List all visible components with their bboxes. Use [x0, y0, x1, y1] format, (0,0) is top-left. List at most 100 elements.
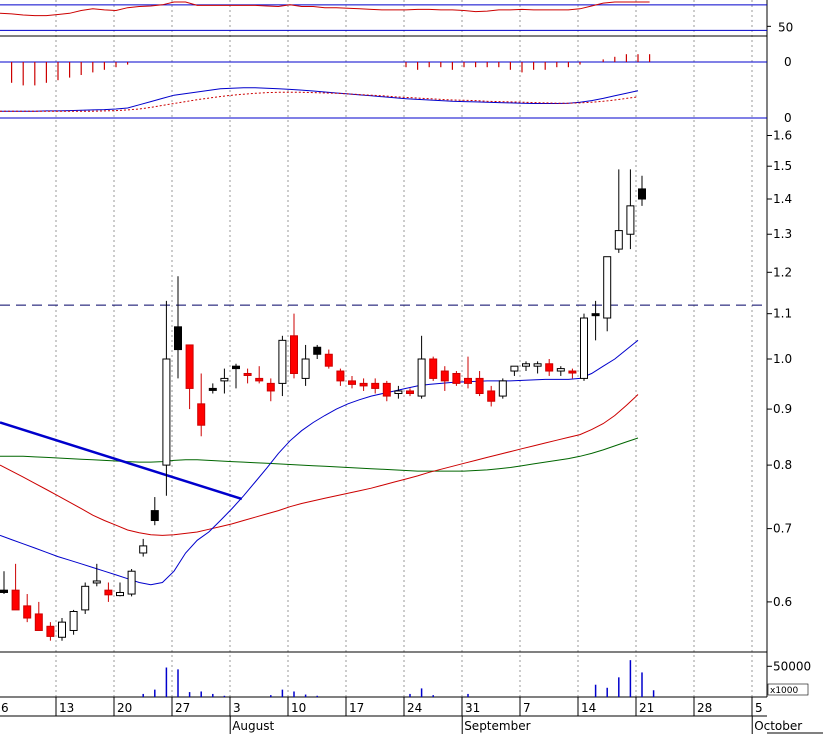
grid-layer	[55, 0, 753, 697]
downtrend-line	[0, 421, 243, 501]
candle-body	[568, 370, 577, 374]
candle-body	[46, 625, 55, 637]
candle-body	[580, 317, 588, 379]
price-tick-label: 1.5	[773, 159, 792, 173]
price-tick-label: 0.7	[773, 522, 792, 536]
candle-body	[58, 621, 66, 638]
candle-body	[429, 358, 438, 379]
macd-panel: 0	[0, 87, 792, 125]
candle-body	[545, 363, 554, 372]
macd-tick-label: 0	[784, 111, 792, 125]
x-tick-label: 5	[755, 701, 763, 715]
candle-body	[626, 205, 635, 235]
volume-tick-label: 50000	[773, 659, 811, 673]
candle-body	[220, 377, 229, 382]
x-tick-label: 28	[697, 701, 712, 715]
candle-body	[603, 256, 612, 319]
x-tick-label: 6	[1, 701, 9, 715]
candle-body	[208, 387, 217, 391]
x-tick-label: 3	[233, 701, 241, 715]
candle-body	[174, 326, 182, 351]
candle-body	[371, 382, 380, 389]
candle-body	[498, 380, 507, 397]
oscillator-tick-label: 50	[778, 20, 793, 34]
price-tick-label: 1.4	[773, 192, 792, 206]
x-tick-label: 14	[581, 701, 596, 715]
panel-frames	[0, 0, 823, 734]
candle-body	[34, 613, 43, 631]
candle-body	[278, 339, 287, 384]
chart-canvas: 50 0 0 50000 x1000 6 13 20 27 3 10 17 24 31 7 14 21 2…	[0, 0, 823, 734]
x-tick-label: 21	[639, 701, 654, 715]
x-tick-label: 20	[117, 701, 132, 715]
x-tick-label: 13	[59, 701, 74, 715]
candle-body	[417, 358, 426, 397]
candle-body	[301, 358, 310, 379]
x-tick-label: 31	[465, 701, 480, 715]
month-label: October	[754, 719, 802, 733]
candle-body	[290, 335, 298, 374]
candle-body	[382, 382, 391, 397]
candle-body	[11, 589, 20, 611]
price-tick-label: 0.9	[773, 402, 792, 416]
x-tick-label: 27	[175, 701, 190, 715]
month-label: September	[464, 719, 530, 733]
candle-body	[475, 377, 484, 395]
candle-body	[359, 382, 368, 387]
candle-body	[522, 363, 530, 367]
candle-body	[487, 390, 496, 402]
stock-chart: 50 0 0 50000 x1000 6 13 20 27 3 10 17 24 31 7 14 21 2…	[0, 0, 823, 734]
candle-body	[464, 377, 472, 384]
candle-body	[336, 370, 345, 382]
x-tick-label: 24	[407, 701, 422, 715]
candle-body	[116, 591, 124, 597]
histogram-tick-label: 0	[784, 55, 792, 69]
macd-signal-line	[0, 91, 639, 112]
price-tick-label: 1.3	[773, 227, 792, 241]
candle-body	[81, 585, 90, 611]
price-tick-label: 1.1	[773, 307, 792, 321]
candle-body	[255, 377, 264, 382]
price-tick-label: 1.2	[773, 265, 792, 279]
candle-body	[406, 390, 414, 395]
price-y-axis: 0.6 0.7 0.8 0.9 1.0 1.1 1.2 1.3 1.4 1.5 1.6	[767, 129, 792, 609]
candle-body	[69, 611, 78, 631]
x-axis: 6 13 20 27 3 10 17 24 31 7 14 21 28 5 August September O…	[0, 697, 802, 734]
candle-body	[266, 382, 275, 392]
month-label: August	[232, 719, 274, 733]
volume-unit-label: x1000	[770, 686, 799, 696]
candle-body	[510, 365, 519, 372]
candle-body	[591, 313, 600, 317]
candle-body	[533, 363, 542, 367]
moving-average-mid	[0, 394, 639, 536]
oscillator-line	[0, 1, 650, 17]
price-panel	[0, 169, 767, 641]
candle-body	[197, 403, 206, 426]
candle-body	[23, 605, 32, 619]
top-oscillator-panel: 50	[0, 1, 793, 34]
volume-panel: 50000 x1000	[142, 659, 811, 697]
x-tick-label: 10	[291, 701, 306, 715]
histogram-panel: 0	[0, 54, 792, 86]
candle-body	[162, 358, 171, 466]
x-tick-label: 7	[523, 701, 531, 715]
candle-body	[614, 230, 623, 250]
price-tick-label: 1.6	[773, 129, 792, 143]
candle-body	[232, 365, 240, 370]
candle-body	[348, 380, 356, 385]
candle-body	[638, 188, 646, 200]
candle-body	[92, 580, 101, 584]
candle-body	[127, 570, 136, 595]
candle-body	[440, 370, 449, 382]
candle-body	[150, 510, 159, 522]
candle-body	[556, 368, 565, 372]
candle-body	[324, 353, 333, 367]
candle-body	[452, 372, 461, 384]
candle-body	[185, 344, 194, 389]
candle-body	[104, 589, 113, 596]
price-tick-label: 0.6	[773, 595, 792, 609]
moving-average-slow	[0, 437, 639, 472]
candle-body	[139, 545, 148, 554]
price-tick-label: 1.0	[773, 352, 792, 366]
candle-body	[394, 390, 403, 395]
